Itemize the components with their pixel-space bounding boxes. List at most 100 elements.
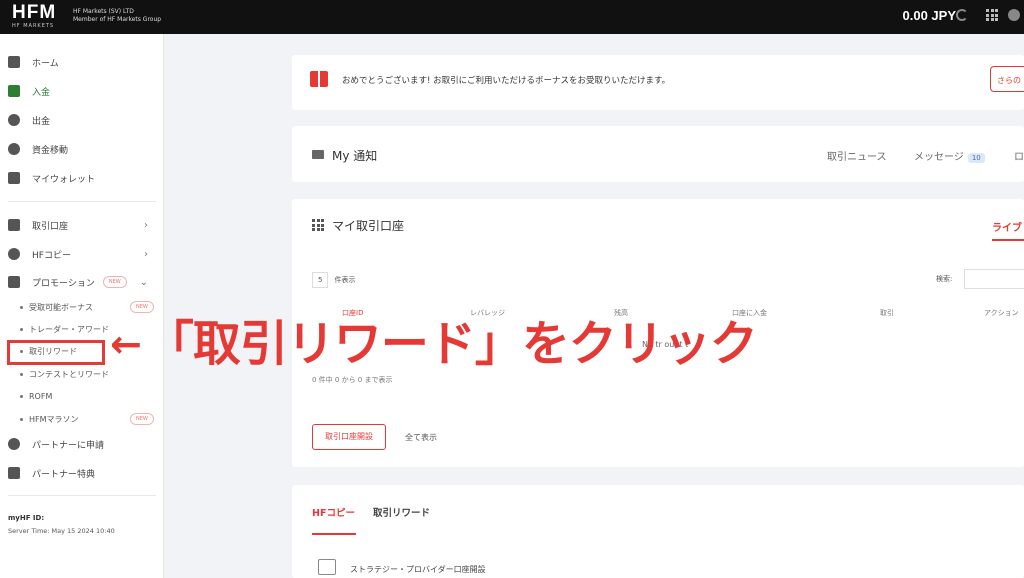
sidebar-item-wallet[interactable]: マイウォレット: [8, 168, 158, 188]
accounts-grid-icon: [312, 219, 324, 231]
chevron-down-icon: ⌄: [139, 276, 148, 288]
bullet-icon: [20, 417, 23, 421]
deposit-icon: [8, 85, 20, 97]
transfer-icon: [8, 143, 20, 155]
message-count-badge: 10: [967, 153, 985, 163]
chart-icon: [318, 559, 336, 575]
sidebar-divider: [8, 495, 156, 496]
sidebar-item-label: 取引口座: [32, 221, 69, 232]
arrow-left-icon: ←: [110, 322, 142, 366]
sidebar-subitem-bonus[interactable]: 受取可能ボーナス NEW: [20, 299, 160, 315]
mail-icon: [312, 150, 324, 159]
bullet-icon: [20, 327, 23, 331]
sidebar-item-label: ホーム: [32, 58, 59, 69]
bullet-icon: [20, 394, 23, 398]
tab-hfcopy[interactable]: HFコピー: [312, 505, 355, 519]
sidebar-item-home[interactable]: ホーム: [8, 52, 158, 72]
bonus-more-button[interactable]: さらの: [990, 66, 1024, 92]
partner-benefit-icon: [8, 467, 20, 479]
copy-reward-card: HFコピー 取引リワード ストラテジー・プロバイダー口座開設: [292, 485, 1024, 578]
search-input[interactable]: [964, 269, 1024, 289]
chevron-right-icon: ›: [144, 248, 148, 260]
notifications-title: My 通知: [332, 149, 378, 163]
logo-sub: HF MARKETS: [12, 23, 55, 29]
apps-grid-icon[interactable]: [986, 9, 998, 21]
bullet-icon: [20, 372, 23, 376]
server-time: Server Time: May 15 2024 10:40: [8, 527, 115, 535]
hfm-logo[interactable]: HFM HF MARKETS: [12, 3, 68, 31]
sidebar-item-label: 入金: [32, 87, 51, 98]
subitem-label: ROFM: [29, 391, 53, 401]
sidebar-item-label: パートナーに申請: [32, 440, 105, 451]
view-all-link[interactable]: 全て表示: [405, 432, 437, 443]
bonus-text: おめでとうございます! お取引にご利用いただけるボーナスをお受取りいただけます。: [342, 76, 671, 86]
new-badge: NEW: [102, 276, 127, 288]
tab-trade-reward[interactable]: 取引リワード: [373, 505, 430, 519]
account-icon: [8, 219, 20, 231]
highlight-box: [7, 340, 105, 365]
bonus-banner: おめでとうございます! お取引にご利用いただけるボーナスをお受取りいただけます。…: [292, 55, 1024, 110]
sidebar-divider: [8, 201, 156, 202]
wallet-icon: [8, 172, 20, 184]
entries-info: 0 件中 0 から 0 まで表示: [312, 376, 393, 384]
notifications-card: My 通知 取引ニュース メッセージ 10 ロ: [292, 126, 1024, 182]
partner-icon: [8, 438, 20, 450]
balance-display: 0.00 JPY: [902, 8, 957, 23]
annotation-callout: ← 「取引リワード」をクリック: [110, 316, 758, 372]
annotation-text: 「取引リワード」をクリック: [145, 316, 758, 372]
tab-more[interactable]: ロ: [1014, 148, 1024, 163]
company-line2: Member of HF Markets Group: [73, 16, 162, 23]
sidebar-item-label: パートナー特典: [32, 469, 96, 480]
sidebar-item-label: 資金移動: [32, 145, 69, 156]
sidebar-item-hfcopy[interactable]: HFコピー ›: [8, 244, 158, 264]
gift-icon: [310, 71, 328, 87]
sidebar: ホーム 入金 出金 資金移動 マイウォレット 取引口座 › HFコピー › プロ…: [0, 34, 164, 578]
sidebar-item-deposit[interactable]: 入金: [8, 81, 158, 101]
top-bar: HFM HF MARKETS HF Markets (SV) LTD Membe…: [0, 0, 1024, 34]
column-header-trade[interactable]: 取引: [880, 308, 894, 318]
sidebar-item-partner-apply[interactable]: パートナーに申請: [8, 434, 158, 454]
tab-trade-news[interactable]: 取引ニュース: [827, 148, 887, 163]
home-icon: [8, 56, 20, 68]
page-size-select[interactable]: 5 件表示: [312, 272, 355, 288]
accounts-title: マイ取引口座: [332, 219, 405, 233]
sidebar-item-withdraw[interactable]: 出金: [8, 110, 158, 130]
subitem-label: コンテストとリワード: [29, 369, 109, 379]
sidebar-item-label: 出金: [32, 116, 51, 127]
logo-text: HFM: [12, 2, 57, 23]
sidebar-item-label: マイウォレット: [32, 174, 96, 185]
strategy-provider-link[interactable]: ストラテジー・プロバイダー口座開設: [350, 564, 486, 575]
sidebar-item-transfer[interactable]: 資金移動: [8, 139, 158, 159]
withdraw-icon: [8, 114, 20, 126]
search-label: 検索:: [936, 275, 953, 283]
new-badge: NEW: [130, 301, 154, 313]
user-icon[interactable]: [1008, 9, 1020, 21]
promotion-icon: [8, 276, 20, 288]
page-size-value: 5: [312, 272, 329, 288]
company-line1: HF Markets (SV) LTD: [73, 8, 134, 15]
sidebar-item-accounts[interactable]: 取引口座 ›: [8, 215, 158, 235]
tab-live-underline: [992, 239, 1024, 241]
sidebar-subitem-rofm[interactable]: ROFM: [20, 388, 160, 404]
sidebar-item-label: HFコピー: [32, 250, 71, 261]
myhf-id-label: myHF ID:: [8, 514, 45, 522]
tab-messages[interactable]: メッセージ 10: [914, 148, 985, 163]
page-size-label: 件表示: [334, 276, 356, 284]
tab-live[interactable]: ライブ: [992, 219, 1024, 234]
sidebar-item-partner-benefit[interactable]: パートナー特典: [8, 463, 158, 483]
open-account-button[interactable]: 取引口座開設: [312, 424, 386, 450]
sidebar-subitem-contest[interactable]: コンテストとリワード: [20, 366, 160, 382]
subitem-label: HFMマラソン: [29, 414, 79, 424]
refresh-icon[interactable]: [956, 9, 968, 21]
sidebar-item-label: プロモーション: [32, 278, 95, 289]
sidebar-item-promotion[interactable]: プロモーション NEW ⌄: [8, 272, 158, 292]
sidebar-subitem-marathon[interactable]: HFMマラソン NEW: [20, 411, 160, 427]
subitem-label: トレーダー・アワード: [29, 324, 109, 334]
chevron-right-icon: ›: [144, 219, 148, 231]
bullet-icon: [20, 305, 23, 309]
column-header-action: アクション: [984, 309, 1019, 317]
copy-icon: [8, 248, 20, 260]
new-badge: NEW: [130, 413, 154, 425]
tab-hfcopy-underline: [312, 533, 356, 535]
subitem-label: 受取可能ボーナス: [29, 302, 93, 312]
